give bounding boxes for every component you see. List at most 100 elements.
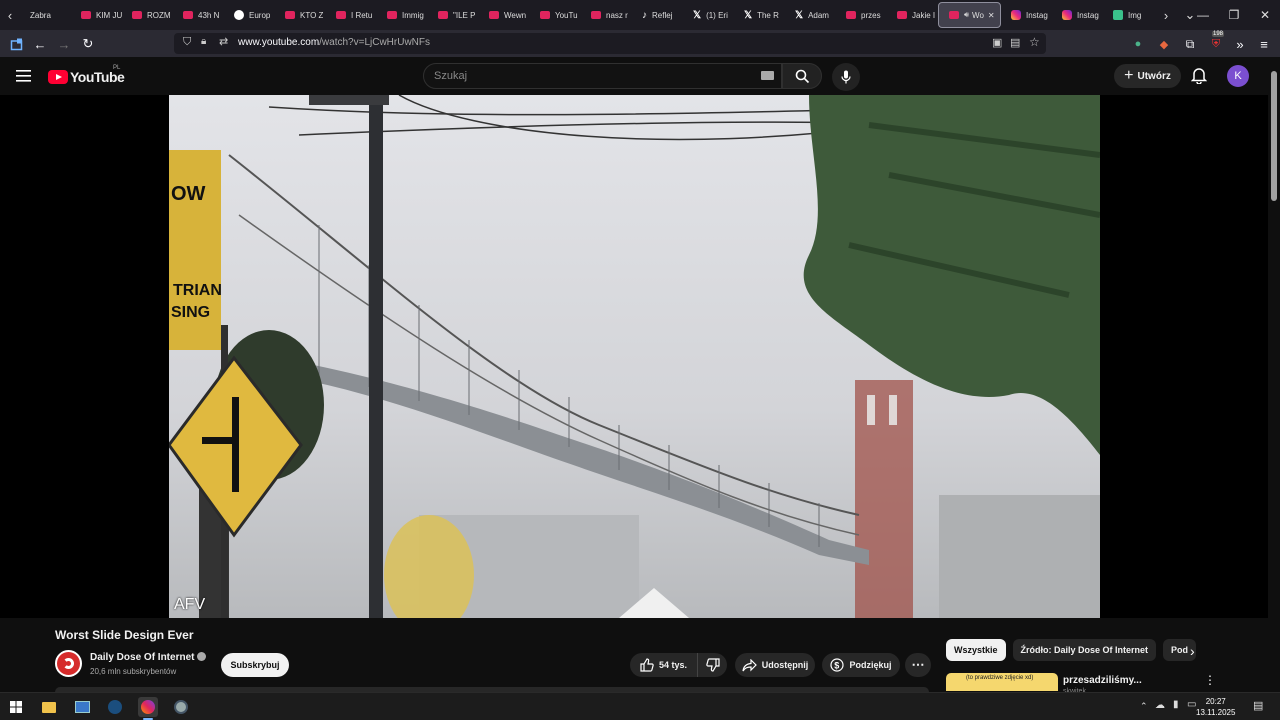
sidebar-toggle-icon[interactable] bbox=[6, 34, 26, 54]
browser-tab[interactable]: ♪ Reflej bbox=[632, 0, 683, 30]
overflow-chevron-icon[interactable]: » bbox=[1230, 34, 1250, 54]
browser-tab-label: Jakie I bbox=[912, 10, 936, 20]
steam-icon[interactable] bbox=[105, 697, 125, 717]
browser-tab[interactable]: Wewn bbox=[479, 0, 530, 30]
extension-shield-icon[interactable]: ● bbox=[1128, 34, 1148, 54]
permissions-icon[interactable]: ⇄ bbox=[219, 35, 228, 48]
dislike-button[interactable] bbox=[697, 653, 727, 677]
tabs-scroll-right-icon[interactable]: › bbox=[1156, 0, 1176, 30]
ublock-icon[interactable]: ⛨ 198 bbox=[1206, 31, 1226, 54]
browser-tab[interactable]: nasz r bbox=[581, 0, 632, 30]
subscribe-button[interactable]: Subskrybuj bbox=[221, 653, 289, 677]
like-button[interactable]: 54 tys. bbox=[630, 653, 697, 677]
more-actions-button[interactable]: ⋯ bbox=[905, 653, 931, 677]
share-button[interactable]: Udostępnij bbox=[735, 653, 815, 677]
forward-icon[interactable]: → bbox=[54, 34, 74, 54]
thumbs-down-icon bbox=[705, 658, 720, 672]
recommended-more-icon[interactable]: ⋮ bbox=[1204, 673, 1216, 687]
yt-favicon-icon bbox=[438, 11, 448, 19]
tab-audio-icon[interactable]: 🔊︎ bbox=[964, 10, 969, 20]
tabs-scroll-left-icon[interactable]: ‹ bbox=[0, 0, 20, 30]
verified-badge-icon bbox=[197, 652, 207, 661]
browser-tab[interactable]: Instag bbox=[1001, 0, 1052, 30]
close-tab-icon[interactable]: ✕ bbox=[988, 11, 995, 20]
create-button[interactable]: + Utwórz bbox=[1114, 64, 1181, 88]
yt-favicon-icon bbox=[846, 11, 856, 19]
scrollbar-thumb[interactable] bbox=[1271, 71, 1277, 201]
extension-fox-icon[interactable]: ◆ bbox=[1154, 34, 1174, 54]
hamburger-menu-icon[interactable] bbox=[16, 69, 32, 83]
browser-tab[interactable]: Img bbox=[1103, 0, 1154, 30]
browser-tab[interactable]: Instag bbox=[1052, 0, 1103, 30]
browser-tab-label: Instag bbox=[1026, 10, 1048, 20]
restore-icon[interactable]: ❐ bbox=[1218, 0, 1250, 30]
extensions-puzzle-icon[interactable]: ⧉ bbox=[1180, 34, 1200, 54]
thanks-button[interactable]: $ Podziękuj bbox=[822, 653, 900, 677]
x-favicon-icon: 𝕏 bbox=[744, 9, 753, 21]
file-explorer-icon[interactable] bbox=[39, 697, 59, 717]
back-icon[interactable]: ← bbox=[30, 34, 50, 54]
notifications-bell-icon[interactable] bbox=[1190, 67, 1208, 89]
remote-desktop-icon[interactable] bbox=[72, 697, 92, 717]
app-menu-icon[interactable]: ≡ bbox=[1254, 34, 1274, 54]
browser-tab[interactable]: KIM JU bbox=[71, 0, 122, 30]
voice-search-button[interactable] bbox=[832, 63, 860, 91]
page-scrollbar[interactable] bbox=[1268, 57, 1280, 692]
keyboard-icon[interactable] bbox=[761, 71, 774, 80]
video-frame[interactable]: OW TRIAN SING AFV bbox=[169, 95, 1100, 618]
recommended-video-title[interactable]: przesadziliśmy... bbox=[1063, 675, 1142, 686]
recommended-video-thumbnail[interactable]: (to prawdziwe zdjęcie xd) bbox=[946, 673, 1058, 691]
video-player[interactable]: OW TRIAN SING AFV bbox=[0, 95, 1268, 618]
svg-text:SING: SING bbox=[171, 304, 210, 321]
minimize-icon[interactable]: — bbox=[1187, 0, 1219, 30]
ig-favicon-icon bbox=[1062, 10, 1072, 20]
lock-icon[interactable]: 🔒︎ bbox=[201, 36, 206, 47]
filter-chip[interactable]: Wszystkie bbox=[946, 639, 1006, 661]
yt-favicon-icon bbox=[387, 11, 397, 19]
yt-favicon-icon bbox=[81, 11, 91, 19]
browser-tab[interactable]: ROZM bbox=[122, 0, 173, 30]
address-bar[interactable]: ⛉ 🔒︎ ⇄ www.youtube.com/watch?v=LjCwHrUwN… bbox=[174, 33, 1046, 54]
shield-icon[interactable]: ⛉ bbox=[183, 36, 191, 49]
browser-tab[interactable]: 🔊︎ Wo ✕ bbox=[938, 2, 1001, 28]
yt-favicon-icon bbox=[949, 11, 959, 19]
app-icon[interactable] bbox=[171, 697, 191, 717]
channel-name-link[interactable]: Daily Dose Of Internet bbox=[90, 652, 207, 663]
chips-next-chevron-icon[interactable]: › bbox=[1190, 643, 1195, 659]
notification-center-icon[interactable]: ▤ bbox=[1253, 699, 1263, 712]
browser-tab[interactable]: YouTu bbox=[530, 0, 581, 30]
browser-tab[interactable]: Europ bbox=[224, 0, 275, 30]
windows-start-icon[interactable] bbox=[6, 697, 26, 717]
browser-tab[interactable]: 𝕏 The R bbox=[734, 0, 785, 30]
share-icon bbox=[742, 658, 757, 671]
browser-tab[interactable]: Zabra bbox=[20, 0, 71, 30]
browser-tab[interactable]: Jakie I bbox=[887, 0, 938, 30]
channel-avatar[interactable] bbox=[55, 650, 82, 677]
search-placeholder: Szukaj bbox=[434, 70, 468, 82]
picture-in-picture-icon[interactable]: ▣ bbox=[992, 36, 1002, 49]
browser-tab-label: Wo bbox=[972, 10, 984, 20]
search-input[interactable]: Szukaj bbox=[423, 63, 782, 89]
browser-tab[interactable]: "ILE P bbox=[428, 0, 479, 30]
account-avatar[interactable]: K bbox=[1227, 65, 1249, 87]
onedrive-cloud-icon[interactable]: ☁ bbox=[1155, 700, 1165, 711]
close-window-icon[interactable]: ✕ bbox=[1249, 0, 1280, 30]
browser-tab[interactable]: 43h N bbox=[173, 0, 224, 30]
reload-icon[interactable]: ↻ bbox=[78, 34, 98, 54]
browser-tab[interactable]: 𝕏 (1) Eri bbox=[683, 0, 734, 30]
system-clock[interactable]: 20:27 13.11.2025 bbox=[1196, 696, 1235, 718]
reader-view-icon[interactable]: ▤ bbox=[1010, 36, 1020, 49]
microphone-tray-icon[interactable]: ▮ bbox=[1173, 699, 1179, 710]
browser-tab[interactable]: I Retu bbox=[326, 0, 377, 30]
yt-favicon-icon bbox=[336, 11, 346, 19]
firefox-icon[interactable] bbox=[138, 697, 158, 717]
filter-chip[interactable]: Źródło: Daily Dose Of Internet bbox=[1012, 639, 1157, 661]
bookmark-star-icon[interactable]: ☆ bbox=[1029, 35, 1040, 49]
browser-tab[interactable]: KTO Z bbox=[275, 0, 326, 30]
browser-tab[interactable]: 𝕏 Adam bbox=[785, 0, 836, 30]
browser-tab[interactable]: Immig bbox=[377, 0, 428, 30]
youtube-logo[interactable]: YouTube PL bbox=[48, 65, 125, 85]
search-button[interactable] bbox=[782, 63, 822, 89]
browser-tab[interactable]: przes bbox=[836, 0, 887, 30]
tray-chevron-icon[interactable]: ⌃ bbox=[1140, 701, 1148, 712]
